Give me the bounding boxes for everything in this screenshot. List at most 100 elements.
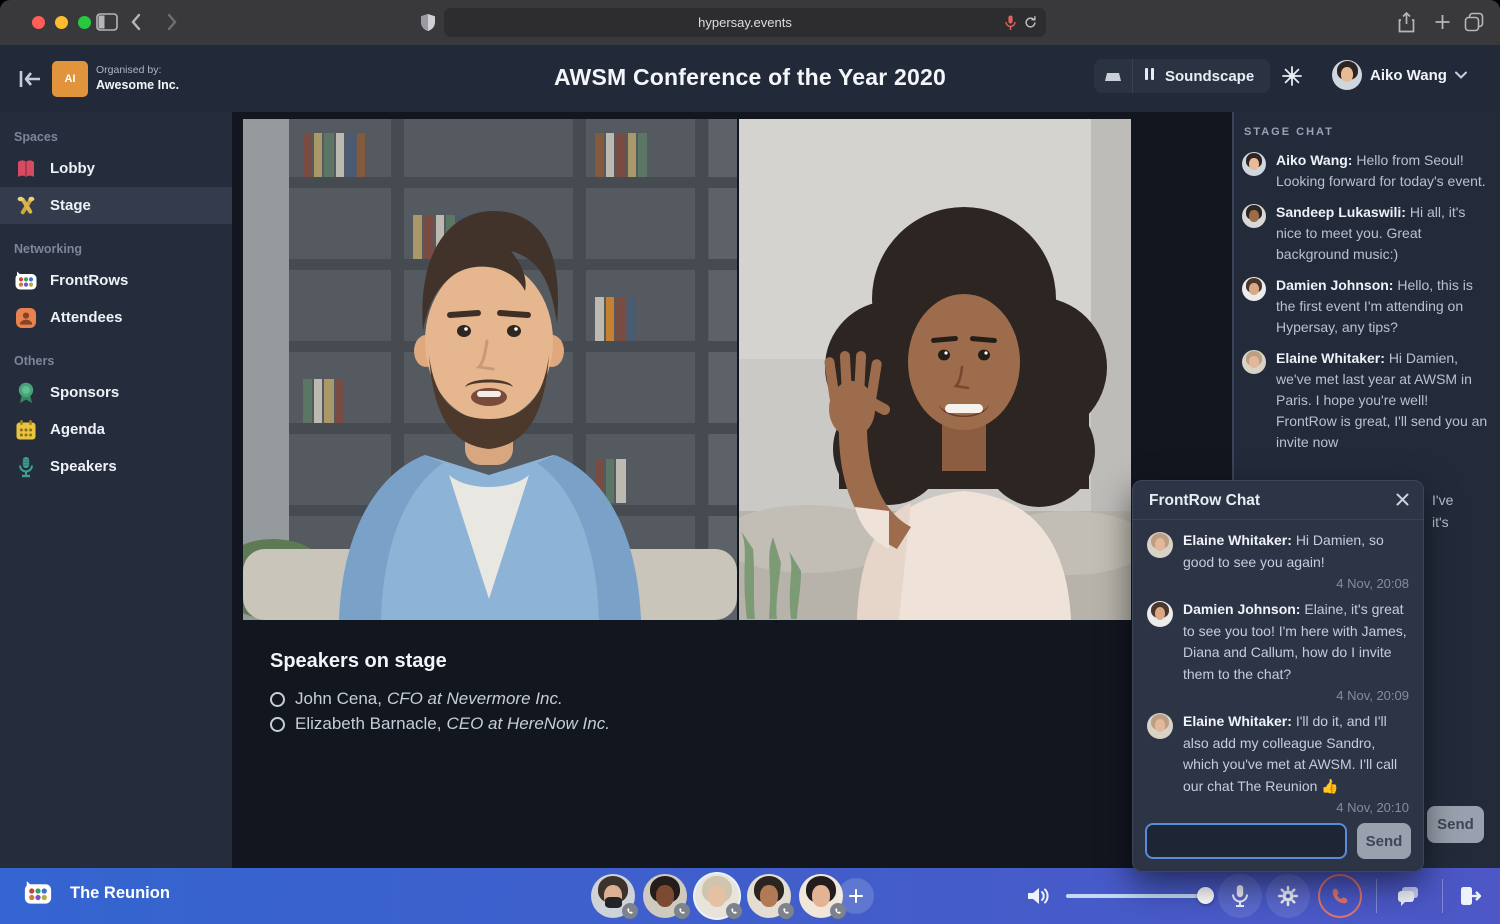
user-menu[interactable]: Aiko Wang — [1332, 60, 1467, 90]
obscured-message-fragment: it's — [1432, 514, 1449, 530]
chat-author: Elaine Whitaker: — [1183, 713, 1292, 729]
attendees-icon — [14, 306, 38, 330]
hang-up-button[interactable] — [1318, 874, 1362, 918]
pause-icon — [1145, 67, 1157, 85]
close-popup-button[interactable] — [1396, 493, 1409, 509]
stage-icon — [14, 194, 38, 218]
message-timestamp: 4 Nov, 20:09 — [1147, 688, 1409, 703]
browser-back-icon[interactable] — [130, 12, 142, 32]
speaker-role: CEO at HereNow Inc. — [446, 714, 609, 734]
speakers-on-stage-heading: Speakers on stage — [270, 650, 447, 673]
event-title: AWSM Conference of the Year 2020 — [0, 64, 1500, 91]
speaker-list-item: Elizabeth Barnacle, CEO at HereNow Inc. — [270, 714, 610, 734]
browser-forward-icon[interactable] — [166, 12, 178, 32]
agenda-icon — [14, 418, 38, 442]
sidebar-item-agenda[interactable]: Agenda — [0, 411, 232, 448]
frontrow-chat-header: FrontRow Chat — [1133, 481, 1423, 520]
sidebar-item-attendees[interactable]: Attendees — [0, 299, 232, 336]
app-window: hypersay.events AI Organised by: Awesome… — [0, 0, 1500, 924]
share-icon[interactable] — [1398, 12, 1415, 33]
sidebar-item-speakers[interactable]: Speakers — [0, 448, 232, 485]
phone-badge-icon — [778, 903, 794, 919]
phone-badge-icon — [674, 903, 690, 919]
frontrow-chat-messages: Elaine Whitaker: Hi Damien, so good to s… — [1133, 520, 1423, 823]
speaker-bullet-icon — [270, 717, 285, 732]
frontrow-participant-speaking[interactable] — [695, 874, 739, 918]
frontrow-participant[interactable] — [747, 874, 791, 918]
volume-icon[interactable] — [1026, 884, 1052, 908]
frontrow-chat-send-button[interactable]: Send — [1357, 823, 1411, 859]
theme-sparkle-icon[interactable] — [1282, 66, 1302, 86]
volume-knob[interactable] — [1197, 887, 1214, 904]
chat-message: Elaine Whitaker: Hi Damien, so good to s… — [1147, 530, 1409, 573]
privacy-shield-icon[interactable] — [420, 13, 436, 32]
sidebar-item-lobby[interactable]: Lobby — [0, 150, 232, 187]
volume-slider[interactable] — [1066, 894, 1212, 898]
sidebar-section-networking: Networking — [0, 224, 232, 262]
frontrow-participant[interactable] — [643, 874, 687, 918]
chevron-down-icon — [1455, 71, 1467, 79]
chat-button[interactable] — [1386, 874, 1430, 918]
tab-overview-icon[interactable] — [1464, 12, 1484, 32]
event-header: AI Organised by: Awesome Inc. AWSM Confe… — [0, 46, 1500, 112]
chat-bubbles-icon — [1396, 885, 1420, 907]
lobby-icon — [14, 157, 38, 181]
sidebar-item-label: Speakers — [50, 458, 117, 475]
user-name: Aiko Wang — [1370, 67, 1447, 84]
stage-area: Speakers on stage John Cena, CFO at Neve… — [232, 112, 1232, 868]
frontrow-chat-title: FrontRow Chat — [1149, 492, 1260, 510]
sidebar-item-label: FrontRows — [50, 272, 128, 289]
close-window-button[interactable] — [32, 16, 45, 29]
chat-message: Damien Johnson: Hello, this is the first… — [1242, 275, 1490, 338]
chat-author: Elaine Whitaker: — [1276, 350, 1385, 366]
sidebar-item-stage[interactable]: Stage — [0, 187, 232, 224]
minimize-window-button[interactable] — [55, 16, 68, 29]
browser-sidebar-toggle-icon[interactable] — [96, 12, 118, 32]
speaker-name: John Cena, — [295, 689, 382, 709]
chat-message: Aiko Wang: Hello from Seoul! Looking for… — [1242, 150, 1490, 192]
stage-chat-send-button[interactable]: Send — [1427, 806, 1484, 843]
frontrow-participant[interactable] — [799, 874, 843, 918]
close-icon — [1396, 493, 1409, 506]
new-tab-icon[interactable] — [1434, 12, 1451, 32]
sidebar-item-label: Stage — [50, 197, 91, 214]
message-timestamp: 4 Nov, 20:08 — [1147, 576, 1409, 591]
frontrow-chat-input[interactable] — [1145, 823, 1347, 859]
sidebar-item-frontrows[interactable]: FrontRows — [0, 262, 232, 299]
speaker-bullet-icon — [270, 692, 285, 707]
avatar — [1242, 152, 1266, 176]
chat-message: Elaine Whitaker: Hi Damien, we've met la… — [1242, 348, 1490, 453]
chat-message: Damien Johnson: Elaine, it's great to se… — [1147, 599, 1409, 685]
backstage-icon — [1104, 69, 1122, 83]
face-mask — [605, 897, 622, 908]
speaker-role: CFO at Nevermore Inc. — [387, 689, 563, 709]
backstage-button[interactable] — [1094, 59, 1133, 93]
frontrow-bottom-bar: The Reunion — [0, 868, 1500, 924]
zoom-window-button[interactable] — [78, 16, 91, 29]
sidebar-item-sponsors[interactable]: Sponsors — [0, 374, 232, 411]
url-bar[interactable]: hypersay.events — [444, 8, 1046, 37]
frontrows-icon — [14, 269, 38, 293]
plus-icon — [848, 888, 864, 904]
frontrow-participant[interactable] — [591, 874, 635, 918]
frontrow-room[interactable]: The Reunion — [20, 878, 170, 908]
speakers-icon — [14, 455, 38, 479]
settings-button[interactable] — [1266, 874, 1310, 918]
avatar — [1147, 601, 1173, 627]
sidebar-section-spaces: Spaces — [0, 112, 232, 150]
user-avatar — [1332, 60, 1362, 90]
stage-chat-title: STAGE CHAT — [1244, 126, 1490, 138]
speaker-list-item: John Cena, CFO at Nevermore Inc. — [270, 689, 563, 709]
phone-badge-icon — [830, 903, 846, 919]
soundscape-pause-button[interactable]: Soundscape — [1133, 67, 1270, 85]
speaker-name: Elizabeth Barnacle, — [295, 714, 441, 734]
reload-icon[interactable] — [1023, 15, 1038, 30]
avatar — [1147, 713, 1173, 739]
leave-room-button[interactable] — [1448, 874, 1492, 918]
tab-audio-mic-icon[interactable] — [1005, 15, 1016, 31]
divider — [1442, 879, 1443, 913]
microphone-button[interactable] — [1218, 874, 1262, 918]
microphone-icon — [1230, 884, 1250, 908]
avatar — [1242, 350, 1266, 374]
sidebar: Spaces Lobby Stage Networking FrontRows … — [0, 112, 232, 868]
